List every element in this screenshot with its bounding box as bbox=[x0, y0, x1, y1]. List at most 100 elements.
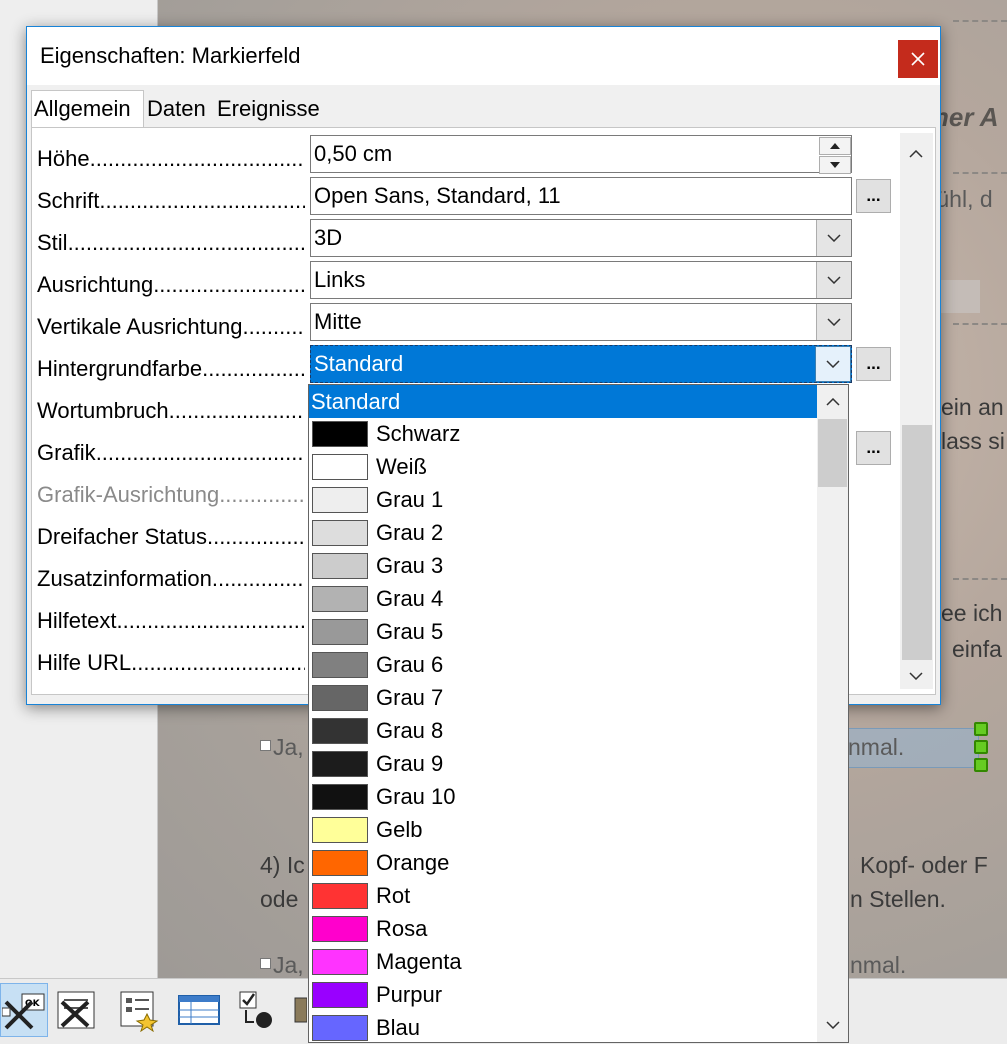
checkbox[interactable] bbox=[260, 958, 271, 969]
body-text-fragment: lass si bbox=[941, 428, 1005, 454]
color-option-label: Grau 10 bbox=[376, 784, 456, 809]
color-swatch bbox=[312, 850, 368, 876]
color-option[interactable]: Grau 10 bbox=[309, 781, 817, 814]
color-swatch bbox=[312, 487, 368, 513]
hintergrundfarbe-dropdown-button[interactable] bbox=[815, 346, 851, 382]
section-divider bbox=[953, 20, 1007, 22]
control-properties-button[interactable] bbox=[52, 983, 100, 1037]
color-option[interactable]: Grau 4 bbox=[309, 583, 817, 616]
color-option[interactable]: Grau 3 bbox=[309, 550, 817, 583]
checkbox-label-end: nmal. bbox=[850, 952, 907, 978]
triangle-down-icon bbox=[830, 162, 840, 168]
checkbox[interactable] bbox=[260, 740, 271, 751]
tab-ereignisse[interactable]: Ereignisse bbox=[215, 94, 327, 128]
tool-icon-partial bbox=[294, 997, 307, 1023]
color-option-label: Grau 4 bbox=[376, 586, 444, 611]
checkbox-label: Ja, bbox=[273, 952, 304, 978]
color-option-label: Schwarz bbox=[376, 421, 461, 446]
color-option[interactable]: Rot bbox=[309, 880, 817, 913]
resize-handle[interactable] bbox=[974, 722, 988, 736]
color-option-label: Grau 7 bbox=[376, 685, 444, 710]
color-option[interactable]: Gelb bbox=[309, 814, 817, 847]
color-option-label: Gelb bbox=[376, 817, 423, 842]
panel-scrollbar[interactable] bbox=[900, 133, 933, 689]
color-option[interactable]: Schwarz bbox=[309, 418, 817, 451]
color-options: Schwarz Weiß Grau 1 Grau 2 Grau 3 Grau 4 Grau … bbox=[309, 418, 817, 1042]
color-option[interactable]: Rosa bbox=[309, 913, 817, 946]
spin-down-button[interactable] bbox=[819, 156, 851, 174]
color-swatch bbox=[312, 1015, 368, 1041]
color-dropdown-list: Standard Schwarz Weiß Grau 1 Grau 2 Grau 3 Gr… bbox=[308, 384, 849, 1043]
grafik-ellipsis-button[interactable]: ... bbox=[856, 431, 891, 465]
body-text-fragment: n Stellen. bbox=[850, 886, 946, 912]
color-option[interactable]: Grau 2 bbox=[309, 517, 817, 550]
body-text-fragment: einfa bbox=[952, 636, 1002, 662]
color-option-label: Purpur bbox=[376, 982, 443, 1007]
chevron-up-icon bbox=[825, 398, 840, 406]
hoehe-spinner[interactable] bbox=[819, 137, 851, 174]
ausrichtung-select[interactable]: Links bbox=[310, 261, 852, 299]
stil-select[interactable]: 3D bbox=[310, 219, 852, 257]
chevron-down-icon bbox=[827, 234, 841, 242]
hintergrundfarbe-select[interactable]: Standard bbox=[310, 345, 852, 383]
schrift-field[interactable]: Open Sans, Standard, 11 bbox=[310, 177, 852, 215]
dialog-titlebar[interactable]: Eigenschaften: Markierfeld bbox=[27, 27, 940, 85]
dropdown-scroll-up-button[interactable] bbox=[817, 385, 848, 419]
color-swatch bbox=[312, 553, 368, 579]
resize-handle[interactable] bbox=[974, 740, 988, 754]
dropdown-scrollbar[interactable] bbox=[817, 385, 848, 1042]
scroll-up-button[interactable] bbox=[900, 137, 931, 171]
color-option[interactable]: Grau 9 bbox=[309, 748, 817, 781]
schrift-ellipsis-button[interactable]: ... bbox=[856, 179, 891, 213]
hoehe-field[interactable]: 0,50 cm bbox=[310, 135, 852, 174]
body-text-fragment: ein an bbox=[941, 394, 1004, 420]
color-option[interactable]: Orange bbox=[309, 847, 817, 880]
color-option-label: Grau 9 bbox=[376, 751, 444, 776]
dropdown-selected-item[interactable]: Standard bbox=[309, 385, 817, 418]
resize-handle[interactable] bbox=[974, 758, 988, 772]
dropdown-scroll-thumb[interactable] bbox=[818, 419, 847, 487]
color-option[interactable]: Grau 7 bbox=[309, 682, 817, 715]
tab-allgemein[interactable]: Allgemein bbox=[31, 90, 144, 128]
color-swatch bbox=[312, 982, 368, 1008]
color-option-label: Rosa bbox=[376, 916, 428, 941]
close-button[interactable] bbox=[898, 40, 938, 78]
color-option[interactable]: Grau 1 bbox=[309, 484, 817, 517]
form-navigator-button[interactable] bbox=[175, 983, 223, 1037]
color-option[interactable]: Grau 6 bbox=[309, 649, 817, 682]
color-option[interactable]: Grau 5 bbox=[309, 616, 817, 649]
color-option[interactable]: Weiß bbox=[309, 451, 817, 484]
label-hintergrundfarbe: Hintergrundfarbe........................… bbox=[37, 356, 305, 381]
color-option[interactable]: Purpur bbox=[309, 979, 817, 1012]
color-option[interactable]: Magenta bbox=[309, 946, 817, 979]
color-option[interactable]: Grau 8 bbox=[309, 715, 817, 748]
vertikale-ausrichtung-dropdown-button[interactable] bbox=[816, 304, 851, 340]
color-swatch bbox=[312, 586, 368, 612]
spin-up-button[interactable] bbox=[819, 137, 851, 155]
color-swatch bbox=[312, 454, 368, 480]
gray-box bbox=[940, 280, 980, 313]
label-wortumbruch: Wortumbruch.............................… bbox=[37, 398, 305, 423]
body-text-fragment: 4) Ic bbox=[260, 852, 305, 878]
scroll-down-button[interactable] bbox=[900, 659, 931, 693]
ausrichtung-dropdown-button[interactable] bbox=[816, 262, 851, 298]
design-mode-button[interactable]: OK bbox=[0, 983, 48, 1037]
panel-scroll-thumb[interactable] bbox=[902, 425, 932, 660]
tab-daten[interactable]: Daten bbox=[145, 94, 215, 128]
hintergrundfarbe-ellipsis-button[interactable]: ... bbox=[856, 347, 891, 381]
color-option-label: Grau 5 bbox=[376, 619, 444, 644]
color-option[interactable]: Blau bbox=[309, 1012, 817, 1042]
color-option-label: Rot bbox=[376, 883, 411, 908]
activation-order-button[interactable] bbox=[232, 983, 280, 1037]
color-option-label: Grau 2 bbox=[376, 520, 444, 545]
more-tools-button[interactable] bbox=[290, 983, 308, 1037]
color-swatch bbox=[312, 718, 368, 744]
activation-order-icon bbox=[239, 991, 272, 1028]
dropdown-scroll-down-button[interactable] bbox=[817, 1008, 848, 1042]
vertikale-ausrichtung-select[interactable]: Mitte bbox=[310, 303, 852, 341]
stil-dropdown-button[interactable] bbox=[816, 220, 851, 256]
hoehe-value: 0,50 cm bbox=[314, 141, 393, 166]
form-properties-button[interactable] bbox=[115, 983, 163, 1037]
color-swatch bbox=[312, 685, 368, 711]
chevron-down-icon bbox=[827, 318, 841, 326]
